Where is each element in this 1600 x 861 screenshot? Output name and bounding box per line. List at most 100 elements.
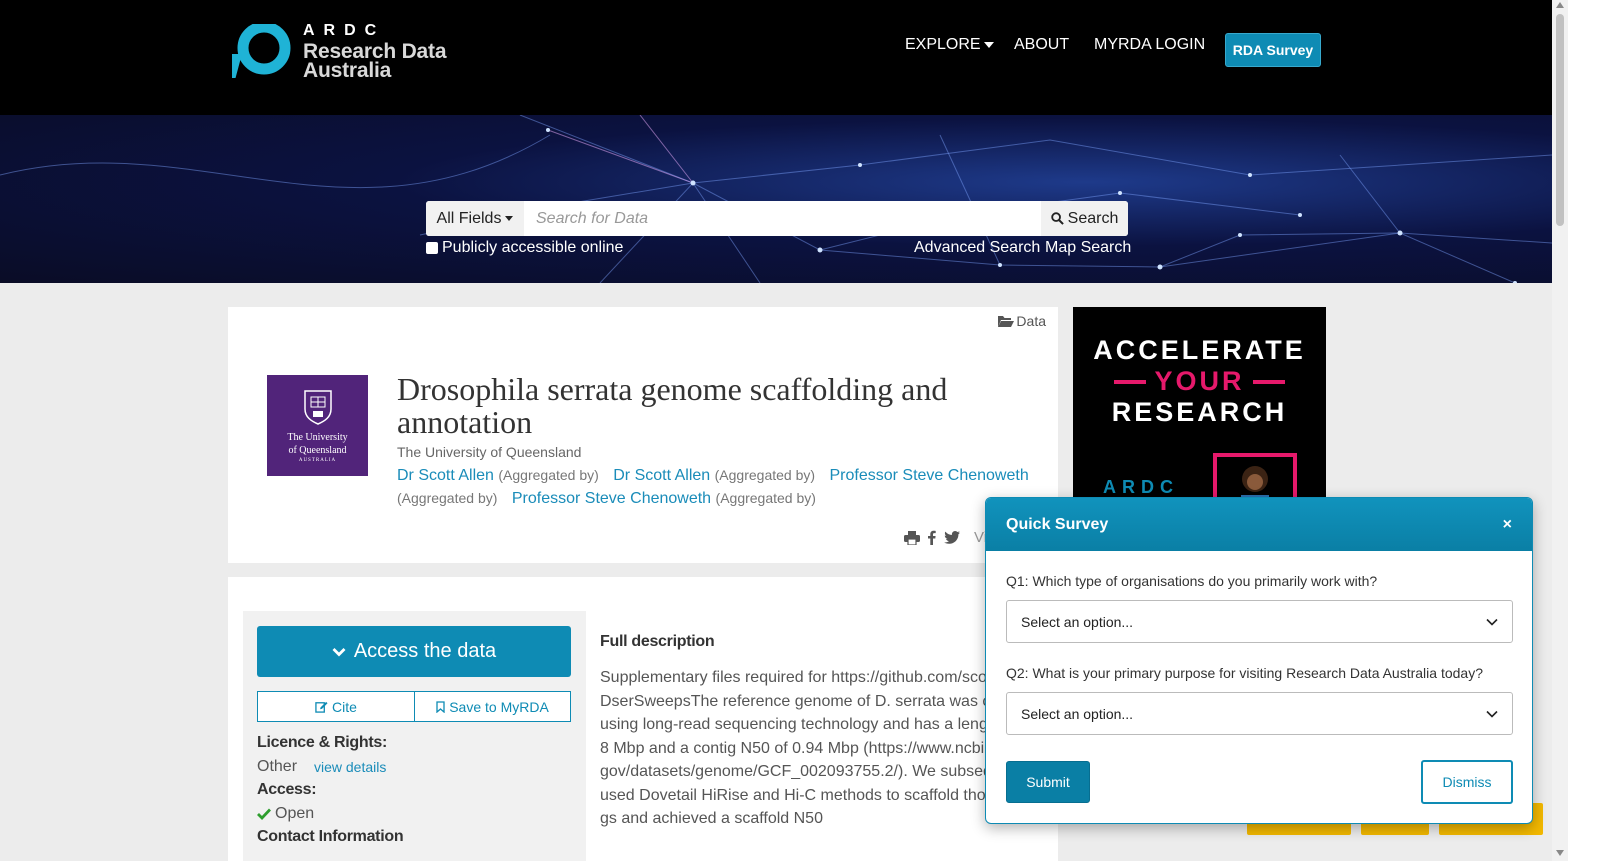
ad-line2-text: YOUR [1154,366,1245,396]
access-value: Open [257,805,314,823]
contributor-link[interactable]: Dr Scott Allen [397,467,494,484]
scrollbar-thumb[interactable] [1556,14,1564,226]
nav-explore[interactable]: EXPLORE [905,36,994,54]
page-scrollbar[interactable] [1552,0,1568,861]
top-navbar: ARDC Research Data Australia EXPLORE ABO… [0,0,1584,115]
full-description-heading: Full description [600,633,715,650]
contributor-role: (Aggregated by) [714,467,816,483]
close-icon[interactable]: × [1503,516,1512,534]
save-to-myrda-button[interactable]: Save to MyRDA [414,691,571,722]
contributor-role: (Aggregated by) [715,490,816,506]
licence-rights-label: Licence & Rights: [257,734,388,751]
record-type-label: Data [1016,313,1046,329]
save-to-myrda-label: Save to MyRDA [449,698,549,715]
ad-photo-frame [1213,453,1297,497]
print-icon[interactable] [904,530,920,545]
contact-information-label: Contact Information [257,828,404,845]
bookmark-icon [436,700,445,713]
scroll-up-arrow-icon[interactable] [1556,2,1564,8]
contributor-link[interactable]: Professor Steve Chenoweth [830,467,1029,484]
facebook-icon[interactable] [928,530,936,545]
rda-survey-button[interactable]: RDA Survey [1225,33,1321,67]
checkbox-box[interactable] [426,242,438,254]
contributor-role: (Aggregated by) [498,467,599,483]
ad-dash [1114,379,1147,384]
ad-brand: ARDC [1103,477,1179,497]
ad-line3: RESEARCH [1111,397,1288,427]
share-toolbar: Vi [904,529,987,546]
check-icon [257,808,271,820]
record-header-card: Data The University of Queensland AUSTRA… [228,307,1058,563]
survey-q1-select-value: Select an option... [1021,613,1134,630]
full-description-text: Supplementary files required for https:/… [600,669,1045,827]
search-field-select[interactable]: All Fields [426,201,524,236]
survey-question-1: Q1: Which type of organisations do you p… [1006,573,1378,589]
view-details-link[interactable]: view details [314,759,386,775]
survey-q2-select[interactable]: Select an option... [1006,692,1513,735]
chevron-down-icon [1486,710,1498,718]
publicly-accessible-checkbox[interactable]: Publicly accessible online [426,239,623,257]
caret-down-icon [505,216,514,221]
record-type: Data [998,313,1046,329]
uq-logo-text-1: The University [287,432,348,443]
survey-header: Quick Survey × [986,498,1532,551]
caret-down-icon [983,41,994,48]
scroll-down-arrow-icon[interactable] [1556,850,1564,856]
uq-logo-text-3: AUSTRALIA [298,458,337,463]
quick-survey-dialog: Quick Survey × Q1: Which type of organis… [985,497,1533,824]
cite-label: Cite [332,698,357,715]
survey-q1-select[interactable]: Select an option... [1006,600,1513,643]
record-sidebar: Access the data Cite Save to MyRDA Licen… [243,611,586,861]
nav-myrda-login[interactable]: MYRDA LOGIN [1094,36,1205,54]
search-bar: All Fields Search [426,201,1128,236]
university-of-queensland-logo[interactable]: The University of Queensland AUSTRALIA [267,375,368,476]
search-input[interactable] [524,201,1041,236]
contributor-link[interactable]: Dr Scott Allen [613,467,710,484]
rda-logo-icon [232,24,291,78]
hero-banner [0,115,1552,283]
advanced-search-link[interactable]: Advanced Search [914,239,1040,257]
contributor-link[interactable]: Professor Steve Chenoweth [512,490,711,507]
window-edge [1568,0,1600,861]
record-publisher: The University of Queensland [397,444,582,460]
accelerate-research-ad[interactable]: ACCELERATE YOUR RESEARCH ARDC [1073,307,1326,497]
access-the-data-button[interactable]: Access the data [257,626,571,677]
rda-logo[interactable]: ARDC Research Data Australia [232,22,462,82]
logo-ardc-text: ARDC [303,22,386,39]
survey-question-2: Q2: What is your primary purpose for vis… [1006,665,1483,681]
ad-dash [1252,379,1285,384]
publicly-accessible-label: Publicly accessible online [442,239,624,256]
survey-dismiss-button[interactable]: Dismiss [1421,760,1513,804]
cite-button[interactable]: Cite [257,691,415,722]
nav-explore-label: EXPLORE [905,36,981,53]
licence-value: Other [257,758,298,775]
twitter-icon[interactable] [944,531,960,544]
chevron-down-icon [332,647,346,656]
survey-title: Quick Survey [1006,515,1109,533]
access-the-data-label: Access the data [353,640,497,662]
survey-q2-select-value: Select an option... [1021,705,1134,722]
contributor-role: (Aggregated by) [397,490,498,506]
edit-icon [315,701,328,713]
search-icon [1050,212,1064,225]
network-background [0,115,1552,283]
record-body-card: Access the data Cite Save to MyRDA Licen… [228,577,1058,861]
search-field-select-label: All Fields [436,209,502,227]
logo-line2: Australia [303,59,392,82]
survey-submit-button[interactable]: Submit [1006,761,1090,803]
access-value-label: Open [275,805,315,822]
chevron-down-icon [1486,618,1498,626]
search-button[interactable]: Search [1041,201,1128,236]
record-title: Drosophila serrata genome scaffolding an… [397,371,948,440]
uq-logo-text-2: of Queensland [288,445,347,456]
person-photo [1241,466,1269,497]
map-search-link[interactable]: Map Search [1045,239,1131,257]
access-label: Access: [257,781,317,798]
nav-about[interactable]: ABOUT [1014,36,1069,54]
uq-crest-icon [303,390,332,425]
contributors-list: Dr Scott Allen (Aggregated by) Dr Scott … [397,464,1037,510]
search-button-label: Search [1067,209,1119,227]
folder-open-icon [998,315,1015,327]
ad-line1: ACCELERATE [1093,335,1306,365]
ad-line2: YOUR [1073,366,1326,397]
